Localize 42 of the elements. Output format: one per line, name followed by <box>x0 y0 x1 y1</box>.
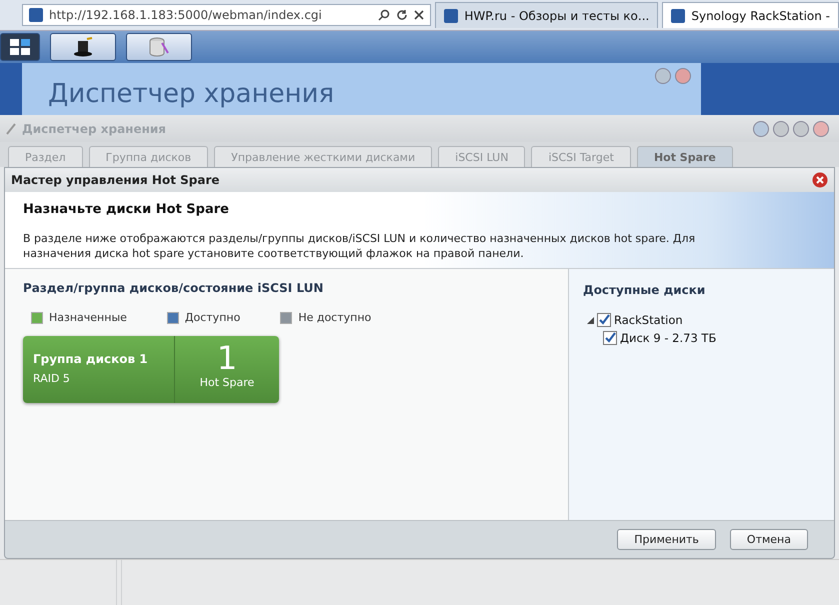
help-icon[interactable] <box>753 121 769 137</box>
expand-arrow-icon[interactable] <box>587 316 594 324</box>
minimize-icon[interactable] <box>773 121 789 137</box>
window-title: Диспетчер хранения <box>48 79 336 109</box>
refresh-icon[interactable] <box>396 9 408 21</box>
browser-tab[interactable]: Synology RackStation - <box>662 2 839 28</box>
dialog-button[interactable]: Отмена <box>730 529 808 550</box>
address-bar[interactable]: http://192.168.1.183:5000/webman/index.cgi <box>22 4 432 26</box>
main-menu-button[interactable] <box>0 33 40 61</box>
hot-spare-count: 1 <box>216 340 238 376</box>
wizard-app-button[interactable] <box>50 33 116 61</box>
grid-icon <box>9 38 31 56</box>
site-icon <box>29 8 43 22</box>
dialog-button[interactable]: Применить <box>617 529 716 550</box>
volume-card[interactable]: Группа дисков 1 RAID 5 1 Hot Spare <box>23 336 279 403</box>
browser-tab[interactable]: HWP.ru - Обзоры и тесты ко... <box>435 2 658 28</box>
panel-title: Доступные диски <box>583 283 706 297</box>
dialog-title: Мастер управления Hot Spare <box>11 173 220 187</box>
maximize-icon[interactable] <box>793 121 809 137</box>
checkbox[interactable] <box>603 331 617 345</box>
storage-app-button[interactable] <box>126 33 192 61</box>
legend-label: Доступно <box>184 311 240 324</box>
legend-label: Назначенные <box>49 311 127 324</box>
step-description: В разделе ниже отображаются разделы/группы дисков/iSCSI LUN и количество назначенных дисков hot spare. Для назначения диска hot spare установите соответствующий флажок на правой панели. <box>23 231 696 261</box>
search-icon[interactable] <box>378 9 390 21</box>
panel-title: Раздел/группа дисков/состояние iSCSI LUN <box>23 281 324 295</box>
close-icon[interactable] <box>414 10 424 20</box>
volume-name: Группа дисков 1 <box>33 352 149 366</box>
site-icon <box>444 8 458 22</box>
magic-hat-icon <box>72 37 94 57</box>
checkbox[interactable] <box>597 313 611 327</box>
count-label: Hot Spare <box>200 376 254 389</box>
close-icon[interactable] <box>812 172 828 188</box>
tree-item-label[interactable]: Диск 9 - 2.73 ТБ <box>620 331 716 345</box>
tree-item-label[interactable]: RackStation <box>614 313 683 327</box>
tab[interactable]: Hot Spare <box>636 146 733 167</box>
raid-type: RAID 5 <box>33 372 71 385</box>
step-heading: Назначьте диски Hot Spare <box>23 202 230 217</box>
window-title: Диспетчер хранения <box>22 122 166 136</box>
database-icon <box>148 37 170 57</box>
legend-label: Не доступно <box>298 311 372 324</box>
site-icon <box>671 8 686 22</box>
